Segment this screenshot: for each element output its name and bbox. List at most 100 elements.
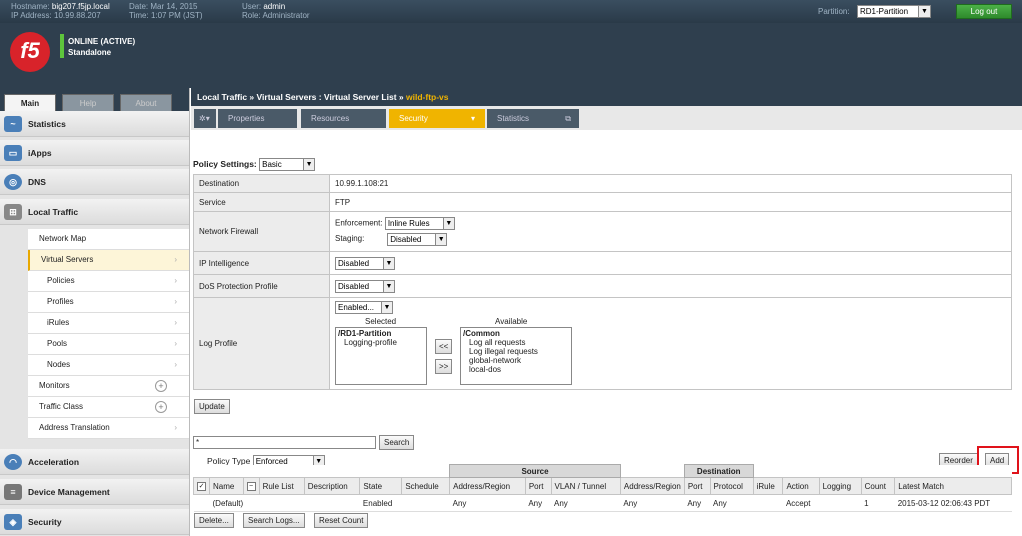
chevron-down-icon: ▼ xyxy=(383,257,394,269)
sidebar-section-dns[interactable]: ◎ DNS xyxy=(0,169,189,195)
staging-select[interactable]: Disabled ▼ xyxy=(387,232,448,246)
dos-profile-select[interactable]: Disabled ▼ xyxy=(335,279,395,293)
network-icon: ⊞ xyxy=(4,204,22,220)
staging-label: Staging: xyxy=(335,234,365,244)
policy-mode-select[interactable]: Basic ▼ xyxy=(259,158,316,171)
sidebar-item-virtual-servers[interactable]: Virtual Servers › xyxy=(28,250,189,271)
destination-value: 10.99.1.108:21 xyxy=(329,174,1012,193)
chart-icon: ~ xyxy=(4,116,22,132)
col-count[interactable]: Count xyxy=(860,477,896,495)
policy-settings: Policy Settings: Basic ▼ xyxy=(193,158,316,171)
tab-properties[interactable]: Properties xyxy=(218,109,297,128)
list-item[interactable]: local-dos xyxy=(463,365,569,374)
col-irule[interactable]: iRule xyxy=(752,477,784,495)
log-profile-select[interactable]: Enabled... ▼ xyxy=(335,301,393,314)
popout-icon: ⧉ xyxy=(565,114,571,123)
sidebar-section-security[interactable]: ◈ Security xyxy=(0,509,189,535)
col-schedule[interactable]: Schedule xyxy=(401,477,451,495)
list-item[interactable]: Log all requests xyxy=(463,338,569,347)
shield-icon: ◈ xyxy=(4,514,22,530)
gear-icon[interactable]: ✲▾ xyxy=(194,109,216,128)
select-all-checkbox[interactable]: ✓ xyxy=(197,482,206,491)
reset-count-button[interactable]: Reset Count xyxy=(314,513,369,528)
col-dst-address[interactable]: Address/Region xyxy=(619,477,685,495)
sidebar-item-nodes[interactable]: Nodes › xyxy=(28,355,189,376)
col-src-port[interactable]: Port xyxy=(524,477,552,495)
update-button[interactable]: Update xyxy=(194,399,230,414)
globe-icon: ◎ xyxy=(4,174,22,190)
col-action[interactable]: Action xyxy=(782,477,820,495)
content-tabs: ✲▾ Properties Resources Security ▾ Statis… xyxy=(191,106,1022,130)
search-logs-button[interactable]: Search Logs... xyxy=(243,513,305,528)
move-left-button[interactable]: << xyxy=(435,339,453,354)
log-profile-label: Log Profile xyxy=(193,297,330,390)
col-rule-list[interactable]: Rule List xyxy=(258,477,305,495)
add-icon[interactable]: + xyxy=(155,380,167,392)
source-group-header: Source xyxy=(449,464,621,478)
sidebar-item-network-map[interactable]: Network Map xyxy=(28,229,189,250)
service-value: FTP xyxy=(329,192,1012,212)
chevron-down-icon: ▼ xyxy=(303,159,315,170)
move-right-button[interactable]: >> xyxy=(435,359,453,374)
enforcement-label: Enforcement: xyxy=(335,218,383,228)
sidebar-item-irules[interactable]: iRules › xyxy=(28,313,189,334)
role-info: Role: Administrator xyxy=(242,11,310,20)
chevron-right-icon: › xyxy=(174,297,177,306)
ip-intelligence-select[interactable]: Disabled ▼ xyxy=(335,256,395,270)
tab-statistics[interactable]: Statistics ⧉ xyxy=(487,109,579,128)
chevron-right-icon: › xyxy=(174,255,177,264)
enforcement-select[interactable]: Inline Rules ▼ xyxy=(384,216,455,230)
partition-select[interactable]: RD1-Partition ▼ xyxy=(857,5,931,18)
tab-help[interactable]: Help xyxy=(62,94,114,112)
sidebar-section-device-management[interactable]: ≡ Device Management xyxy=(0,479,189,505)
col-name[interactable]: Name xyxy=(209,477,244,495)
logout-button[interactable]: Log out xyxy=(956,4,1012,19)
search-button[interactable]: Search xyxy=(379,435,415,450)
status-indicator xyxy=(60,34,64,58)
rule-search-input[interactable]: * xyxy=(193,436,376,449)
device-status: ONLINE (ACTIVE) Standalone xyxy=(68,36,135,58)
ip-intelligence-label: IP Intelligence xyxy=(193,251,330,275)
ip-info: IP Address: 10.99.88.207 xyxy=(11,11,101,20)
collapse-icon[interactable]: − xyxy=(246,482,256,491)
list-item[interactable]: global-network xyxy=(463,356,569,365)
tab-security[interactable]: Security ▾ xyxy=(389,109,485,128)
col-dst-port[interactable]: Port xyxy=(683,477,711,495)
col-protocol[interactable]: Protocol xyxy=(709,477,754,495)
chevron-right-icon: › xyxy=(174,339,177,348)
sidebar-section-iapps[interactable]: ▭ iApps xyxy=(0,140,189,166)
table-row[interactable]: (Default) Enabled Any Any Any Any Any An… xyxy=(193,494,1012,512)
list-item[interactable]: /Common xyxy=(463,329,569,338)
table-header: ✓ Name − Rule List Description State Sch… xyxy=(193,477,1012,495)
add-icon[interactable]: + xyxy=(155,401,167,413)
destination-group-header: Destination xyxy=(683,464,754,478)
sidebar-item-traffic-class[interactable]: Traffic Class + xyxy=(28,397,189,418)
col-vlan[interactable]: VLAN / Tunnel xyxy=(550,477,621,495)
sidebar-section-statistics[interactable]: ~ Statistics xyxy=(0,111,189,137)
list-item[interactable]: Logging-profile xyxy=(338,338,424,347)
selected-listbox[interactable]: /RD1-Partition Logging-profile xyxy=(335,327,427,385)
list-item[interactable]: /RD1-Partition xyxy=(338,329,424,338)
col-src-address[interactable]: Address/Region xyxy=(449,477,526,495)
sidebar-section-acceleration[interactable]: ◠ Acceleration xyxy=(0,449,189,475)
delete-button[interactable]: Delete... xyxy=(194,513,234,528)
tab-resources[interactable]: Resources xyxy=(301,109,386,128)
sidebar-item-policies[interactable]: Policies › xyxy=(28,271,189,292)
sidebar-item-profiles[interactable]: Profiles › xyxy=(28,292,189,313)
tab-about[interactable]: About xyxy=(120,94,172,112)
top-banner: Hostname: big207.f5jp.local IP Address: … xyxy=(0,0,1022,88)
iapps-icon: ▭ xyxy=(4,145,22,161)
network-firewall-value: Enforcement: Inline Rules ▼ Staging: Disa… xyxy=(329,211,1012,252)
time-info: Time: 1:07 PM (JST) xyxy=(129,11,203,20)
list-item[interactable]: Log illegal requests xyxy=(463,347,569,356)
col-description[interactable]: Description xyxy=(303,477,361,495)
sidebar-item-address-translation[interactable]: Address Translation › xyxy=(28,418,189,439)
sidebar-section-local-traffic[interactable]: ⊞ Local Traffic xyxy=(0,199,189,225)
col-logging[interactable]: Logging xyxy=(818,477,862,495)
col-state[interactable]: State xyxy=(359,477,403,495)
col-latest-match[interactable]: Latest Match xyxy=(894,477,1012,495)
available-listbox[interactable]: /Common Log all requests Log illegal req… xyxy=(460,327,572,385)
sidebar-item-monitors[interactable]: Monitors + xyxy=(28,376,189,397)
tab-main[interactable]: Main xyxy=(4,94,56,112)
sidebar-item-pools[interactable]: Pools › xyxy=(28,334,189,355)
